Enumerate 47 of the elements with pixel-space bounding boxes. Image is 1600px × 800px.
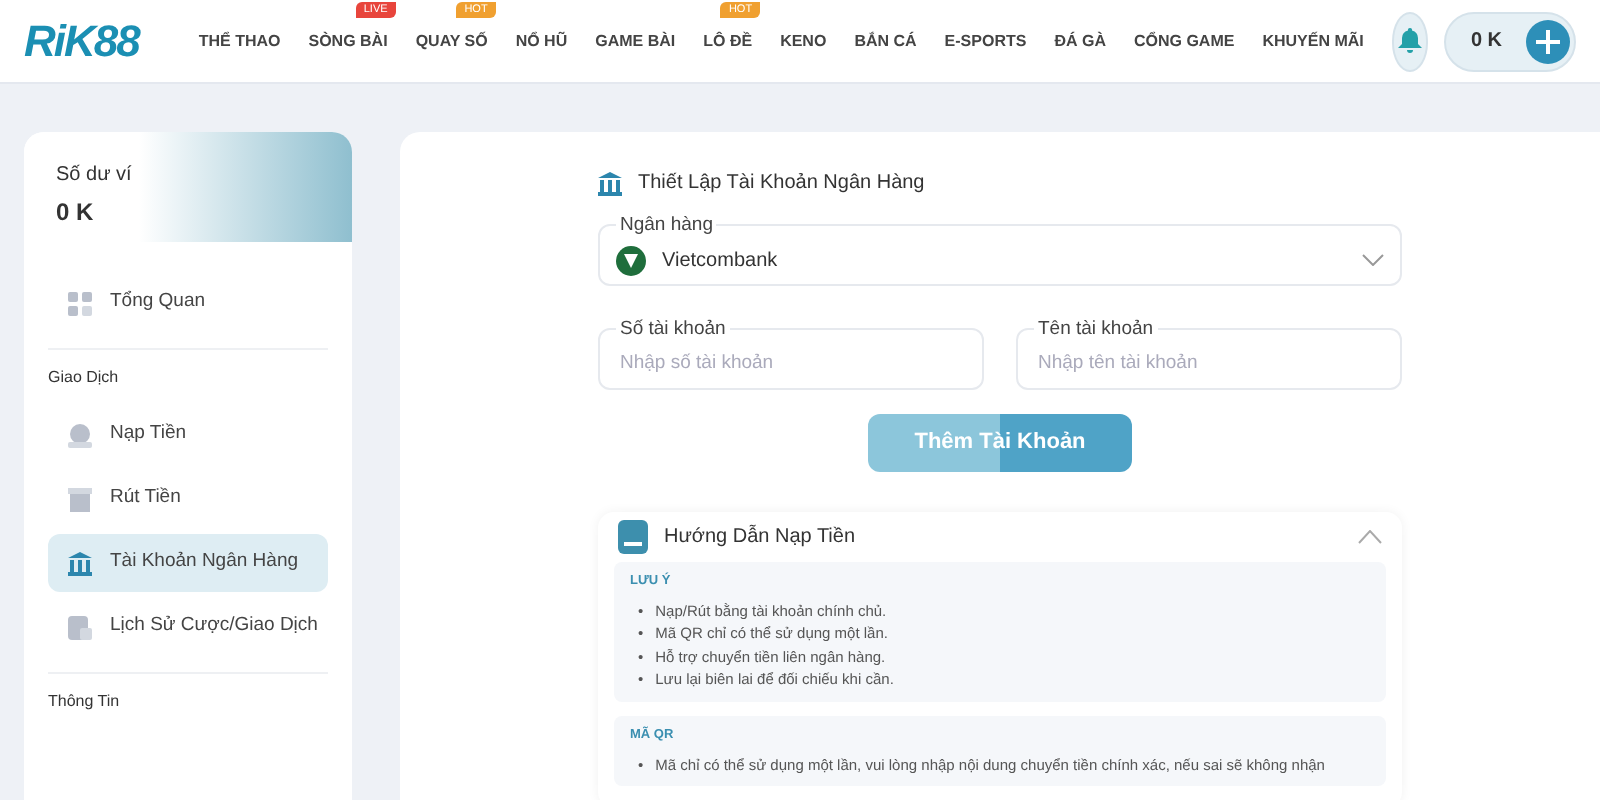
wallet-label: Số dư ví [56, 162, 134, 190]
wallet-amount: 0 K [56, 196, 96, 230]
text-input[interactable]: Nhập tên tài khoản [1034, 347, 1384, 381]
shield-logo-icon [616, 245, 646, 275]
sidebar-item[interactable]: Lịch Sử Cược/Giao Dịch [48, 598, 328, 656]
nav-link[interactable]: KENO [780, 32, 827, 50]
field-label: Số tài khoản [618, 318, 728, 340]
text-field[interactable]: Số tài khoản Nhập số tài khoản [598, 318, 984, 390]
nav-link[interactable]: SÒNG BÀI [308, 32, 388, 50]
nav-link[interactable]: GAME BÀI [595, 32, 676, 50]
nav-link[interactable]: NỔ HŨ [515, 32, 568, 50]
nav-link[interactable]: THỂ THAO [198, 32, 281, 50]
sidebar-item[interactable]: Tổng Quan [48, 274, 328, 332]
guide-title: Hướng Dẫn Nạp Tiền [664, 522, 856, 552]
sidebar-item[interactable]: Tài Khoản Ngân Hàng [48, 534, 328, 592]
section-title: Thông Tin [46, 690, 122, 714]
bank-select[interactable]: Ngân hàng Vietcombank [598, 214, 1402, 286]
nav-link[interactable]: CỔNG GAME [1133, 32, 1235, 50]
field-label: Ngân hàng [618, 214, 715, 236]
bell-icon [1398, 28, 1423, 54]
bank-value: Vietcombank [662, 247, 778, 275]
nav-link[interactable]: KHUYẾN MÃI [1262, 32, 1364, 50]
form-title: Thiết Lập Tài Khoản Ngân Hàng [638, 170, 925, 198]
sidebar-item[interactable]: Nạp Tiền [48, 406, 328, 464]
text-field[interactable]: Tên tài khoản Nhập tên tài khoản [1016, 318, 1402, 390]
nav-link[interactable]: QUAY SỐ [415, 32, 488, 50]
nav-link[interactable]: BẮN CÁ [854, 32, 917, 50]
notification-button[interactable] [1391, 11, 1429, 71]
logo[interactable]: RiK88 [24, 8, 139, 74]
nav-link[interactable]: ĐÁ GÀ [1054, 32, 1106, 50]
grid-icon [68, 291, 92, 315]
card-icon [618, 520, 648, 554]
chevron-down-icon [1362, 254, 1384, 266]
section-title: Giao Dịch [46, 366, 121, 390]
balance-amount: 0 K [1470, 28, 1502, 56]
plus-icon[interactable] [1526, 19, 1570, 63]
field-label: Tên tài khoản [1036, 318, 1156, 340]
nav-link[interactable]: E-SPORTS [944, 32, 1027, 50]
text-input[interactable]: Nhập số tài khoản [616, 347, 966, 381]
collapse-toggle[interactable] [1358, 530, 1382, 544]
coin-icon [68, 423, 92, 447]
document-icon [68, 615, 92, 639]
bank-icon [68, 551, 92, 575]
sidebar-item[interactable]: Rút Tiền [48, 470, 328, 528]
bank-icon [598, 171, 622, 195]
nav-link[interactable]: LÔ ĐỀ [703, 32, 753, 50]
box-icon [68, 487, 92, 511]
